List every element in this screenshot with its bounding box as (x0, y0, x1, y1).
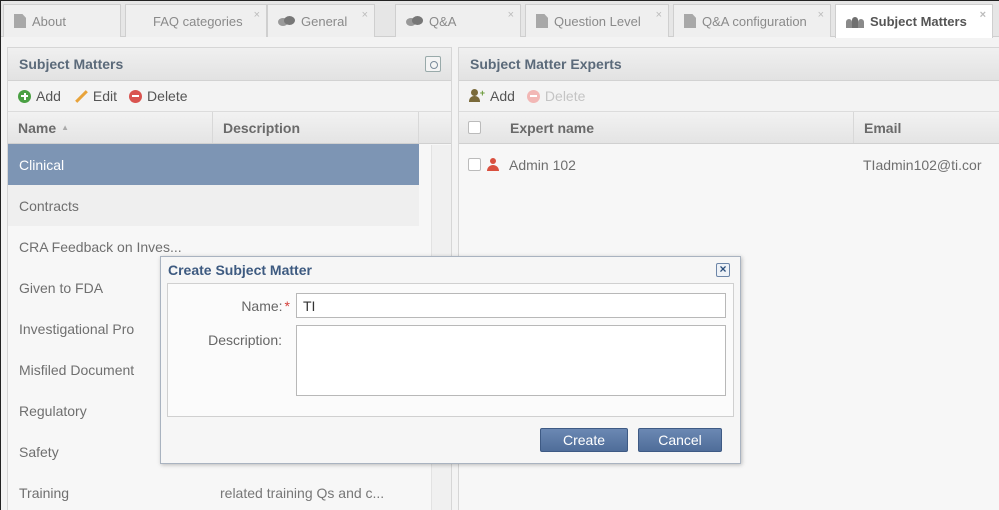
delete-expert-button[interactable]: Delete (526, 88, 586, 104)
tab-faq-categories[interactable]: FAQ categories × (125, 4, 267, 37)
column-header-description[interactable]: Description (213, 112, 419, 143)
tab-subject-matters[interactable]: Subject Matters × (835, 4, 993, 38)
subject-matters-grid-header: Name ▲ Description (8, 112, 451, 144)
row-name: Contracts (19, 197, 79, 214)
tab-qa-configuration[interactable]: Q&A configuration × (673, 4, 831, 37)
document-icon (536, 14, 548, 28)
add-expert-button[interactable]: + Add (469, 88, 515, 104)
close-icon[interactable]: × (818, 10, 824, 21)
panel-title-text: Subject Matters (19, 56, 124, 72)
row-name: CRA Feedback on Inves... (19, 238, 182, 255)
delete-label: Delete (544, 88, 586, 104)
close-icon[interactable]: × (508, 10, 514, 21)
application-window: About FAQ categories × General × Q&A × Q… (0, 0, 999, 510)
row-checkbox[interactable] (468, 158, 481, 171)
tab-label: Q&A configuration (702, 13, 807, 29)
tab-general[interactable]: General × (267, 4, 375, 37)
close-icon[interactable]: × (716, 263, 730, 277)
select-all-checkbox[interactable] (468, 121, 481, 134)
row-icon-cell (483, 157, 509, 172)
edit-subject-matter-button[interactable]: Edit (73, 88, 117, 104)
delete-icon (526, 89, 540, 103)
tab-label: Question Level (554, 13, 641, 29)
document-icon (14, 14, 26, 28)
list-item[interactable]: Clinical (8, 144, 419, 185)
dialog-form: Name:* Description: (167, 283, 734, 417)
close-icon[interactable]: × (254, 10, 260, 21)
row-name: Training (19, 484, 70, 501)
expert-name-cell: Admin 102 (509, 156, 576, 173)
email-cell: TIadmin102@ti.cor (863, 156, 982, 173)
description-field[interactable] (296, 325, 726, 396)
subject-matters-toolbar: Add Edit Delete (8, 81, 451, 112)
user-icon (487, 157, 499, 172)
dialog-title-text: Create Subject Matter (168, 262, 312, 278)
chat-bubbles-icon (278, 15, 295, 27)
panel-title: Subject Matters (8, 48, 451, 81)
delete-icon (129, 89, 143, 103)
description-label: Description: (208, 332, 282, 348)
chat-bubbles-icon (406, 15, 423, 27)
panel-title: Subject Matter Experts (459, 48, 999, 81)
list-item[interactable]: Training related training Qs and c... (8, 472, 451, 510)
column-header-expert-name[interactable]: Expert name (501, 112, 854, 143)
column-header-name[interactable]: Name ▲ (8, 112, 213, 143)
close-icon[interactable]: × (980, 10, 986, 21)
row-checkbox-cell (459, 158, 483, 171)
add-label: Add (36, 88, 61, 104)
close-icon[interactable]: × (656, 10, 662, 21)
panel-title-text: Subject Matter Experts (470, 56, 622, 72)
cancel-button[interactable]: Cancel (638, 428, 722, 452)
experts-toolbar: + Add Delete (459, 81, 999, 112)
people-icon (846, 15, 864, 28)
required-marker: * (284, 298, 290, 314)
close-icon[interactable]: × (362, 10, 368, 21)
row-name: Clinical (19, 156, 65, 173)
sort-ascending-icon: ▲ (61, 123, 70, 132)
name-field[interactable] (296, 293, 726, 318)
column-label: Description (223, 119, 301, 136)
column-label: Expert name (510, 119, 595, 136)
create-subject-matter-dialog: Create Subject Matter × Name:* Descripti… (160, 256, 741, 464)
delete-label: Delete (147, 88, 188, 104)
create-button[interactable]: Create (540, 428, 628, 452)
tab-strip: About FAQ categories × General × Q&A × Q… (1, 1, 999, 38)
column-label: Email (864, 119, 902, 136)
edit-label: Edit (92, 88, 118, 104)
add-user-icon: + (469, 89, 485, 103)
tab-about[interactable]: About (3, 4, 121, 37)
tab-label: General (301, 13, 348, 29)
column-label: Name (18, 119, 57, 136)
table-row[interactable]: Admin 102 TIadmin102@ti.cor (459, 144, 999, 185)
select-all-cell (459, 112, 501, 143)
collapse-panel-button[interactable] (425, 56, 441, 72)
tab-qa[interactable]: Q&A × (395, 4, 521, 37)
document-icon (684, 14, 696, 28)
name-label: Name: * (188, 298, 290, 314)
add-subject-matter-button[interactable]: Add (18, 88, 61, 104)
list-item[interactable]: Contracts (8, 185, 419, 226)
add-icon (18, 89, 31, 103)
tab-question-level[interactable]: Question Level × (525, 4, 669, 37)
experts-grid-header: Expert name Email (459, 112, 999, 144)
row-description: related training Qs and c... (220, 484, 385, 501)
delete-subject-matter-button[interactable]: Delete (129, 88, 188, 104)
pencil-icon (73, 89, 88, 104)
name-label-text: Name: (241, 298, 283, 314)
tab-label: Q&A (429, 13, 457, 29)
tab-label: FAQ categories (153, 13, 243, 29)
column-header-email[interactable]: Email (854, 112, 999, 143)
add-label: Add (490, 88, 515, 104)
tab-label: Subject Matters (870, 14, 967, 29)
dialog-title: Create Subject Matter × (161, 257, 740, 284)
tab-label: About (32, 13, 66, 29)
